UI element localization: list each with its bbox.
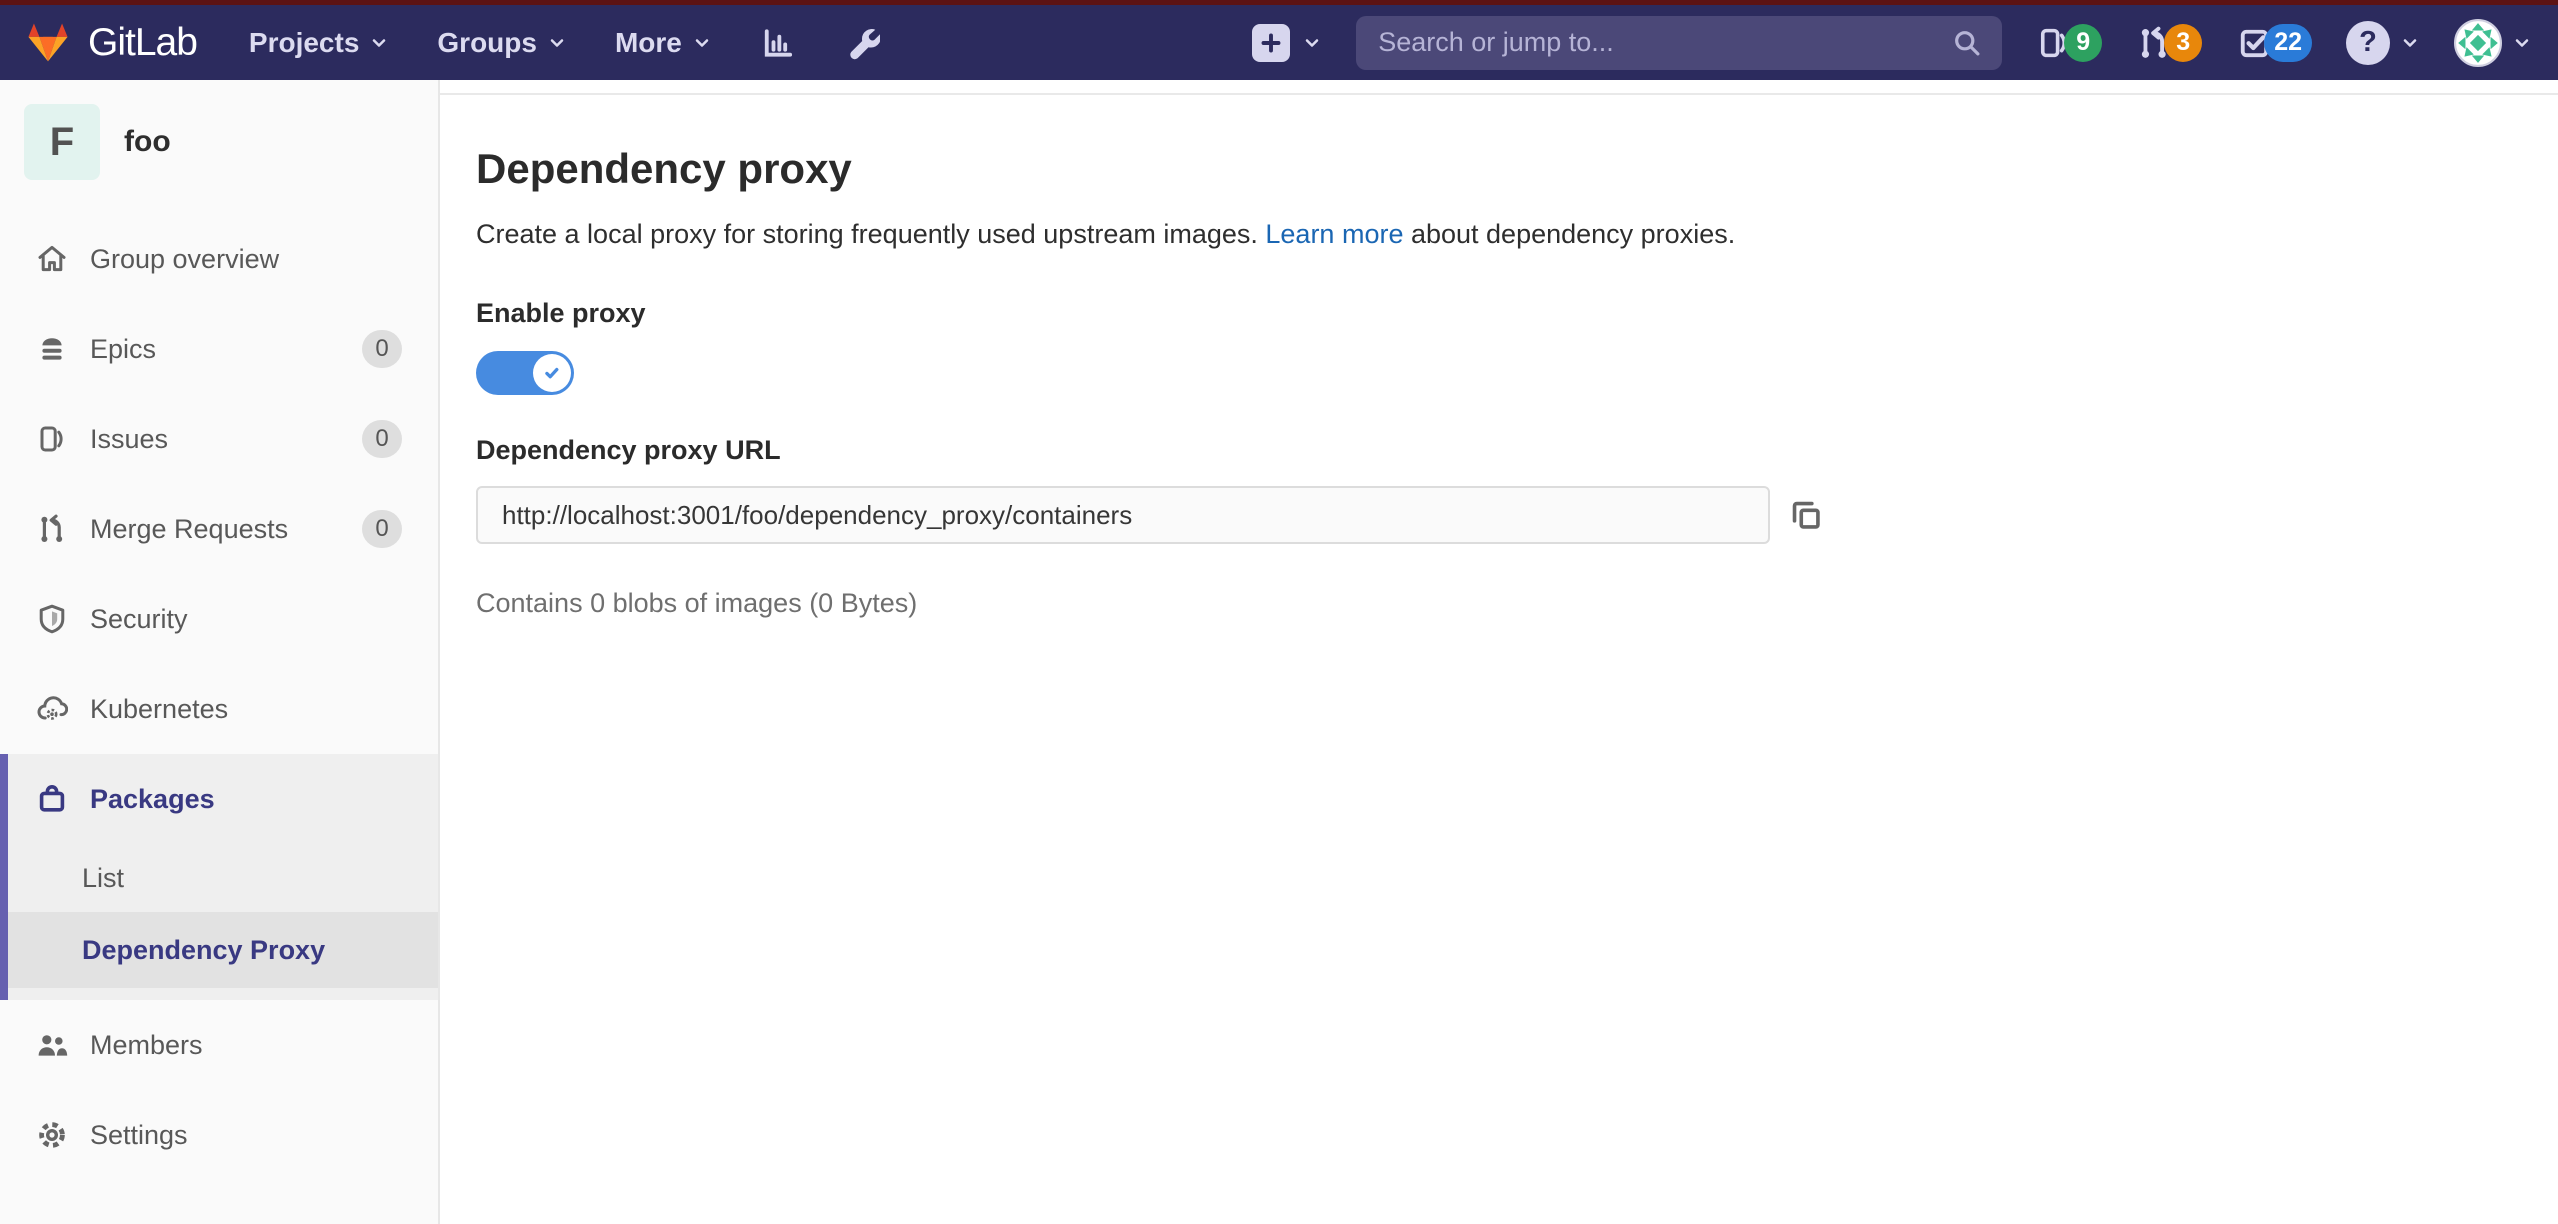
chevron-down-icon <box>2512 33 2532 53</box>
enable-proxy-toggle[interactable] <box>476 351 574 395</box>
page-description: Create a local proxy for storing frequen… <box>476 219 2518 250</box>
cloud-gear-icon <box>36 693 68 725</box>
sidebar-item-members[interactable]: Members <box>0 1000 438 1090</box>
issues-count-badge: 0 <box>362 420 402 458</box>
navbar-right-cluster: 9 3 22 <box>1252 16 2532 70</box>
chevron-down-icon <box>369 33 389 53</box>
description-text: Create a local proxy for storing frequen… <box>476 219 1265 249</box>
shield-icon <box>36 603 68 635</box>
sidebar-item-settings[interactable]: Settings <box>0 1090 438 1180</box>
nav-projects[interactable]: Projects <box>249 27 390 59</box>
wrench-icon <box>844 25 880 61</box>
search-icon <box>1952 28 1982 58</box>
user-menu-button[interactable] <box>2454 19 2532 67</box>
url-field-row <box>476 486 2518 544</box>
sidebar-item-label: Epics <box>90 334 156 365</box>
toggle-knob <box>533 354 571 392</box>
merge-requests-counter[interactable]: 3 <box>2136 24 2202 62</box>
user-avatar <box>2454 19 2502 67</box>
gitlab-tanuki-icon <box>26 22 70 64</box>
copy-icon <box>1788 497 1824 533</box>
question-mark-icon: ? <box>2346 21 2390 65</box>
nav-more-label: More <box>615 27 682 59</box>
sidebar-item-kubernetes[interactable]: Kubernetes <box>0 664 438 754</box>
sidebar-item-issues[interactable]: Issues 0 <box>0 394 438 484</box>
sidebar-item-label: Kubernetes <box>90 694 228 725</box>
global-search <box>1356 16 2002 70</box>
group-name: foo <box>124 125 171 159</box>
gear-icon <box>36 1119 68 1151</box>
gitlab-wordmark: GitLab <box>88 21 197 65</box>
check-icon <box>540 361 564 385</box>
dependency-proxy-url-label: Dependency proxy URL <box>476 435 2518 466</box>
sidebar-item-label: Security <box>90 604 188 635</box>
bar-chart-icon <box>760 25 796 61</box>
learn-more-link[interactable]: Learn more <box>1265 219 1403 249</box>
group-sidebar: F foo Group overview Epics 0 <box>0 80 440 1224</box>
gitlab-logo-link[interactable]: GitLab <box>26 21 197 65</box>
breadcrumb-divider <box>440 93 2558 95</box>
sidebar-item-label: Merge Requests <box>90 514 288 545</box>
sidebar-item-security[interactable]: Security <box>0 574 438 664</box>
sidebar-item-group-overview[interactable]: Group overview <box>0 214 438 304</box>
sidebar-item-epics[interactable]: Epics 0 <box>0 304 438 394</box>
packages-section: Packages List Dependency Proxy <box>0 754 438 1000</box>
help-menu-button[interactable]: ? <box>2346 21 2420 65</box>
sidebar-subitem-label: Dependency Proxy <box>82 935 325 966</box>
todos-count-badge: 22 <box>2264 24 2312 62</box>
page-title: Dependency proxy <box>476 145 2518 193</box>
sidebar-subitem-dependency-proxy[interactable]: Dependency Proxy <box>8 912 438 988</box>
sidebar-item-merge-requests[interactable]: Merge Requests 0 <box>0 484 438 574</box>
nav-groups[interactable]: Groups <box>437 27 567 59</box>
users-icon <box>36 1029 68 1061</box>
issues-counter[interactable]: 9 <box>2036 24 2102 62</box>
dependency-proxy-url-input[interactable] <box>476 486 1770 544</box>
sidebar-item-label: Issues <box>90 424 168 455</box>
chevron-down-icon <box>1302 33 1322 53</box>
new-menu-button[interactable] <box>1252 24 1322 62</box>
sidebar-item-label: Packages <box>90 784 215 815</box>
chevron-down-icon <box>547 33 567 53</box>
todos-counter[interactable]: 22 <box>2236 24 2312 62</box>
nav-projects-label: Projects <box>249 27 360 59</box>
sidebar-item-label: Members <box>90 1030 203 1061</box>
search-input[interactable] <box>1376 26 1952 59</box>
epic-icon <box>36 333 68 365</box>
nav-more[interactable]: More <box>615 27 712 59</box>
sidebar-item-label: Settings <box>90 1120 188 1151</box>
chevron-down-icon <box>2400 33 2420 53</box>
group-header-link[interactable]: F foo <box>0 80 438 204</box>
dependency-proxy-page: Dependency proxy Create a local proxy fo… <box>440 145 2558 619</box>
sidebar-nav: Group overview Epics 0 <box>0 214 438 1180</box>
merge-requests-count-badge: 3 <box>2164 24 2202 62</box>
enable-proxy-label: Enable proxy <box>476 298 2518 329</box>
sidebar-item-label: Group overview <box>90 244 279 275</box>
issues-icon <box>36 423 68 455</box>
copy-url-button[interactable] <box>1786 495 1826 535</box>
epics-count-badge: 0 <box>362 330 402 368</box>
admin-area-button[interactable] <box>844 25 880 61</box>
nav-groups-label: Groups <box>437 27 537 59</box>
group-avatar: F <box>24 104 100 180</box>
sidebar-subitem-packages-list[interactable]: List <box>8 844 438 912</box>
sidebar-subitem-label: List <box>82 863 124 894</box>
home-icon <box>36 243 68 275</box>
main-content: foo › Dependency Proxy Dependency proxy … <box>440 0 2558 619</box>
merge-request-icon <box>36 513 68 545</box>
description-text: about dependency proxies. <box>1403 219 1735 249</box>
issues-count-badge: 9 <box>2064 24 2102 62</box>
merge-requests-count-badge: 0 <box>362 510 402 548</box>
sidebar-item-packages[interactable]: Packages <box>8 754 438 844</box>
plus-icon <box>1252 24 1290 62</box>
primary-nav: Projects Groups More <box>249 27 712 59</box>
top-navbar: GitLab Projects Groups More <box>0 5 2558 80</box>
chevron-down-icon <box>692 33 712 53</box>
blobs-summary: Contains 0 blobs of images (0 Bytes) <box>476 588 2518 619</box>
gitlab-app: GitLab Projects Groups More <box>0 0 2558 1224</box>
analytics-nav-button[interactable] <box>760 25 796 61</box>
package-icon <box>36 783 68 815</box>
